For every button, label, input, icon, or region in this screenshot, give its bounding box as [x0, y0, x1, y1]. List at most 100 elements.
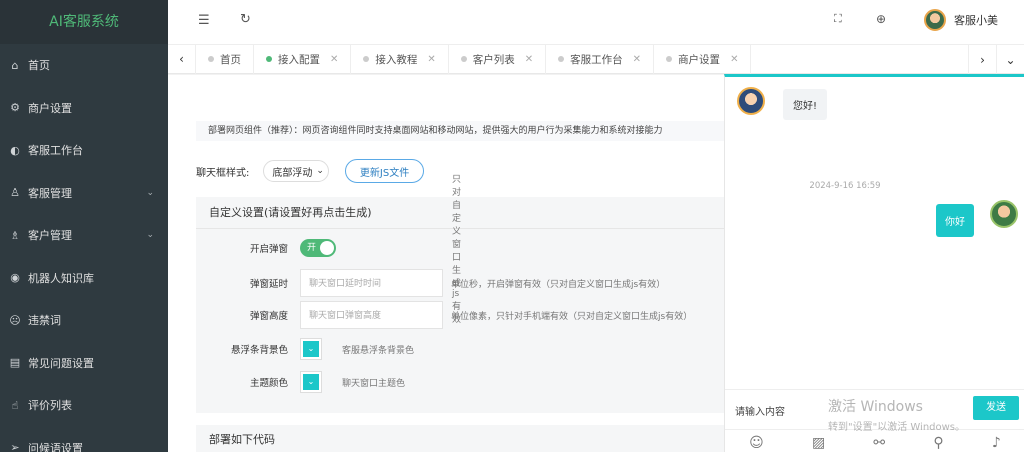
refresh-icon[interactable]: ↻ [240, 12, 251, 27]
toggle-label: 开 [307, 243, 317, 253]
tab-controls: › ⌄ [968, 45, 1024, 75]
send-button[interactable]: 发送 [973, 396, 1019, 420]
tab-dot [208, 56, 214, 62]
close-icon[interactable]: ✕ [330, 54, 338, 65]
sidebar-item-home[interactable]: ⌂ 首页 [0, 44, 168, 87]
field-label: 开启弹窗 [249, 244, 288, 255]
custom-settings-card: 自定义设置(请设置好再点击生成) 开启弹窗 开 只对自定义窗口生成js有效 弹窗… [196, 175, 736, 413]
theme-field: 主题颜色 ⌄ 聊天窗口主题色 [196, 371, 405, 393]
sidebar-item-label: 常见问题设置 [28, 356, 94, 370]
popup-toggle[interactable]: 开 [300, 239, 336, 257]
chat-style-select[interactable]: 底部浮动 ⌄ [263, 160, 329, 182]
location-icon[interactable]: ⚲ [933, 435, 943, 451]
tab-scroll-right-button[interactable]: › [968, 45, 996, 75]
sidebar-item-label: 问候语设置 [28, 441, 83, 452]
app-logo: AI客服系统 [0, 0, 168, 44]
sidebar-item-label: 商户设置 [28, 101, 72, 115]
menu-collapse-icon[interactable]: ☰ [198, 13, 210, 28]
workbench-icon: ◐ [10, 143, 20, 157]
tab-dot [363, 56, 370, 62]
theme-color-picker[interactable]: ⌄ [300, 371, 322, 393]
custom-settings-title: 自定义设置(请设置好再点击生成) [196, 197, 736, 229]
sidebar-item-label: 首页 [28, 59, 50, 73]
close-icon[interactable]: ✕ [730, 54, 738, 65]
chevron-down-icon: ⌄ [146, 187, 154, 198]
close-icon[interactable]: ✕ [633, 54, 641, 65]
float-bg-field: 悬浮条背景色 ⌄ 客服悬浮条背景色 [196, 338, 414, 360]
agent-message: 您好! [783, 89, 828, 120]
toggle-knob [320, 241, 334, 255]
tab-menu-button[interactable]: ⌄ [996, 45, 1024, 75]
sidebar-item-robot-kb[interactable]: ◉ 机器人知识库 [0, 257, 168, 300]
gear-icon: ⚙ [10, 101, 20, 115]
microphone-icon[interactable]: ♪ [992, 435, 1001, 451]
tab-dot [266, 56, 272, 62]
home-icon: ⌂ [11, 58, 19, 72]
sidebar-item-workbench[interactable]: ◐ 客服工作台 [0, 129, 168, 172]
sidebar-item-reviews[interactable]: ☝ 评价列表 [0, 384, 168, 427]
chevron-down-icon: ⌄ [146, 230, 154, 241]
tab-dot [460, 56, 467, 62]
unlink-icon[interactable]: ⚯ [873, 435, 885, 451]
float-bg-color-picker[interactable]: ⌄ [300, 338, 322, 360]
sidebar-item-label: 客户管理 [28, 229, 72, 243]
chat-style-label: 聊天框样式: [196, 167, 250, 179]
sidebar-item-label: 评价列表 [28, 399, 72, 413]
sidebar-item-faq[interactable]: ▤ 常见问题设置 [0, 342, 168, 385]
ban-icon: ☹ [9, 313, 21, 327]
tab-dot [666, 56, 673, 62]
tab-scroll-left-button[interactable]: ‹ [168, 44, 196, 74]
tab-label: 商户设置 [678, 53, 721, 66]
tab-access-config[interactable]: 接入配置 ✕ [254, 44, 352, 74]
close-icon[interactable]: ✕ [427, 54, 435, 65]
select-value: 底部浮动 [272, 167, 313, 179]
sidebar-item-label: 客服管理 [28, 186, 72, 200]
field-hint: 单位像素，只针对手机端有效（只对自定义窗口生成js有效） [451, 311, 693, 322]
field-hint: 单位秒，开启弹窗有效（只对自定义窗口生成js有效） [451, 279, 666, 290]
update-js-button[interactable]: 更新JS文件 [344, 159, 425, 183]
agent-avatar [737, 87, 765, 115]
image-icon[interactable]: ▨ [812, 435, 825, 451]
sidebar-item-agent-management[interactable]: ♙ 客服管理 ⌄ [0, 172, 168, 215]
globe-icon[interactable]: ⊕ [876, 12, 886, 26]
user-menu[interactable]: 客服小美 [924, 9, 998, 31]
chat-toolbar: ☺ ▨ ⚯ ⚲ ♪ [725, 429, 1024, 452]
faq-icon: ▤ [9, 356, 21, 370]
main-content: 部署网页组件（推荐）：网页咨询组件同时支持桌面网站和移动网站，提供强大的用户行为… [168, 75, 896, 452]
field-label: 悬浮条背景色 [230, 345, 288, 356]
height-field: 弹窗高度 聊天窗口弹窗高度 单位像素，只针对手机端有效（只对自定义窗口生成js有… [196, 301, 692, 329]
tab-label: 客服工作台 [570, 53, 623, 66]
fullscreen-icon[interactable]: ⛶ [834, 12, 842, 26]
tab-access-tutorial[interactable]: 接入教程 ✕ [351, 44, 449, 74]
field-label: 弹窗延时 [249, 279, 288, 290]
sidebar-item-merchant-settings[interactable]: ⚙ 商户设置 [0, 87, 168, 130]
top-header: ☰ ↻ ⛶ ⊕ 客服小美 [168, 0, 1024, 44]
sidebar-item-label: 违禁词 [28, 314, 61, 328]
sidebar-item-banned-words[interactable]: ☹ 违禁词 [0, 299, 168, 342]
tab-bar: ‹ 首页 接入配置 ✕ 接入教程 ✕ 客户列表 ✕ 客服工作台 ✕ 商户设置 ✕… [168, 44, 1024, 75]
tab-label: 接入配置 [278, 53, 320, 66]
field-hint: 聊天窗口主题色 [342, 378, 406, 389]
send-icon: ➢ [10, 441, 20, 452]
tab-label: 首页 [220, 53, 241, 66]
tab-workbench[interactable]: 客服工作台 ✕ [546, 44, 655, 74]
sidebar-item-greetings[interactable]: ➢ 问候语设置 [0, 427, 168, 452]
deploy-code-title: 部署如下代码 [196, 425, 736, 452]
sidebar-item-label: 机器人知识库 [28, 271, 94, 285]
customers-icon: ♗ [10, 228, 20, 242]
emoji-icon[interactable]: ☺ [749, 435, 764, 451]
avatar [924, 9, 946, 31]
chat-style-row: 聊天框样式: 底部浮动 ⌄ 更新JS文件 [196, 159, 425, 183]
sidebar-item-customer-management[interactable]: ♗ 客户管理 ⌄ [0, 214, 168, 257]
user-icon: ♙ [10, 186, 20, 200]
height-input[interactable]: 聊天窗口弹窗高度 [300, 301, 443, 329]
delay-field: 弹窗延时 聊天窗口延时时间 单位秒，开启弹窗有效（只对自定义窗口生成js有效） [196, 269, 665, 297]
chat-input-area[interactable]: 请输入内容 发送 [725, 389, 1024, 429]
chevron-down-icon: ⌄ [303, 341, 319, 357]
close-icon[interactable]: ✕ [525, 54, 533, 65]
delay-input[interactable]: 聊天窗口延时时间 [300, 269, 443, 297]
tab-home[interactable]: 首页 [196, 44, 254, 74]
tab-customer-list[interactable]: 客户列表 ✕ [449, 44, 547, 74]
tab-merchant-settings[interactable]: 商户设置 ✕ [654, 44, 752, 74]
chevron-down-icon: ⌄ [316, 166, 324, 176]
